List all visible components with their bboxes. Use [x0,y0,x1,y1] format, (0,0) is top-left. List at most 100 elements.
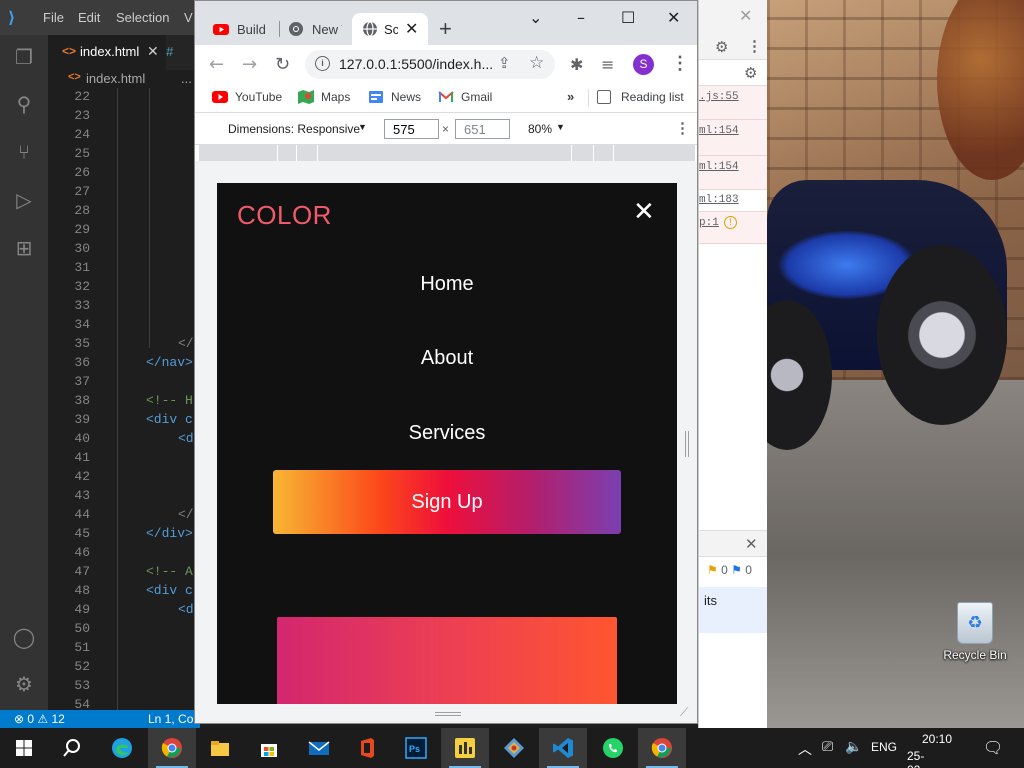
maximize-icon[interactable]: ☐ [621,8,635,27]
dimension-separator: × [442,122,450,136]
minimize-icon[interactable]: – [577,8,585,27]
recycle-bin-shortcut[interactable]: Recycle Bin [942,602,1008,662]
volume-icon[interactable]: 🔈 [845,739,862,755]
tab-new-tab[interactable]: New T [288,13,348,45]
search-button[interactable] [48,728,96,768]
devtools-close-icon[interactable]: ✕ [739,6,752,26]
media-control-icon[interactable]: ≡ [601,55,614,74]
taskbar-store[interactable] [245,728,293,768]
taskbar-chrome[interactable] [148,728,196,768]
extensions-puzzle-icon[interactable]: ✱ [570,55,583,74]
line-number: 51 [74,640,90,655]
run-debug-icon[interactable]: ▷ [12,188,36,212]
source-link[interactable]: ml:183 [699,194,739,206]
site-info-icon[interactable]: i [315,56,330,71]
network-icon[interactable]: ⎚ [822,739,833,755]
issue-counts[interactable]: ⚑ 0 ⚑ 0 [707,563,752,577]
menu-view[interactable]: V [184,10,193,25]
bookmark-star-icon[interactable]: ☆ [529,53,544,73]
console-settings-icon[interactable]: ⚙ [744,64,757,82]
taskbar-yellow-app[interactable] [441,728,489,768]
settings-gear-icon[interactable]: ⚙ [12,672,36,696]
height-input[interactable] [455,119,510,139]
signup-button[interactable]: Sign Up [273,470,621,534]
drawer-close-icon[interactable]: ✕ [745,535,758,553]
cursor-position[interactable]: Ln 1, Col [148,712,196,726]
dimensions-dropdown[interactable]: Dimensions: Responsive [228,122,360,136]
input-language[interactable]: ENG [871,740,897,754]
explorer-icon[interactable]: ❐ [12,45,36,69]
nav-link-services[interactable]: Services [217,422,677,445]
resize-corner-icon[interactable]: ⟋ [680,705,688,720]
extensions-icon[interactable]: ⊞ [12,236,36,260]
tab-close-icon[interactable]: ✕ [405,19,418,39]
source-link[interactable]: ml:154 [699,125,739,137]
device-more-options-icon[interactable]: ⋮ [675,119,690,137]
taskbar-edge[interactable] [98,728,146,768]
devtools-toolbar: ⚙ ⋮ [699,34,767,60]
tab-active-site[interactable]: Sc ✕ [352,13,428,45]
taskbar-vscode[interactable] [539,728,587,768]
resize-handle-bottom[interactable] [435,712,461,716]
line-number: 27 [74,184,90,199]
dropdown-caret-icon[interactable]: ▼ [556,122,565,132]
tray-overflow-chevron-icon[interactable]: ︿ [798,739,812,759]
breadcrumb-file[interactable]: index.html [86,71,145,86]
close-window-icon[interactable]: ✕ [667,8,680,27]
clock-time[interactable]: 20:10 [922,732,952,746]
tab-close-icon[interactable]: ✕ [147,43,159,60]
settings-gear-icon[interactable]: ⚙ [715,38,728,56]
breadcrumb-more[interactable]: ... [181,71,192,86]
url-text[interactable]: 127.0.0.1:5500/index.h... [339,56,493,72]
reload-icon[interactable]: ↻ [275,54,290,75]
chrome-menu-icon[interactable]: ⋮ [671,53,689,74]
more-options-icon[interactable]: ⋮ [747,37,762,55]
resize-handle-right[interactable] [685,431,689,457]
tab-index-html[interactable]: <> index.html ✕ [48,35,166,70]
taskbar-office[interactable] [343,728,391,768]
problems-count[interactable]: ⊗ 0 ⚠ 12 [14,712,65,726]
notification-center-icon[interactable]: 🗨 [983,738,1003,757]
start-button[interactable] [0,728,48,768]
zoom-dropdown[interactable]: 80% [528,122,552,136]
back-arrow-icon[interactable]: ← [209,54,224,75]
menu-close-icon[interactable]: ✕ [633,197,655,227]
dropdown-caret-icon[interactable]: ▼ [358,122,367,132]
nav-link-about[interactable]: About [217,347,677,370]
line-number: 26 [74,165,90,180]
menu-edit[interactable]: Edit [78,10,100,25]
menu-file[interactable]: File [43,10,64,25]
search-icon[interactable]: ⚲ [12,92,36,116]
width-input[interactable] [384,119,439,139]
taskbar-whatsapp[interactable] [589,728,637,768]
taskbar-chrome-2[interactable] [638,728,686,768]
address-bar[interactable]: i 127.0.0.1:5500/index.h... ⇪ ☆ [305,50,555,79]
menu-selection[interactable]: Selection [116,10,169,25]
new-tab-plus-icon[interactable]: + [439,16,452,42]
taskbar-git[interactable] [490,728,538,768]
profile-avatar[interactable]: S [633,54,654,75]
windows-logo-icon [16,740,32,756]
tab-youtube[interactable]: Build a [213,13,273,45]
recycle-bin-label: Recycle Bin [943,648,1007,662]
clock-date[interactable]: 25-02-2022 [907,749,934,768]
source-link[interactable]: ml:154 [699,161,739,173]
share-icon[interactable]: ⇪ [498,54,511,72]
site-logo[interactable]: COLOR [237,200,332,231]
taskbar-photoshop[interactable]: Ps [392,728,440,768]
tab-css-file[interactable]: # [166,44,173,59]
code-editor[interactable]: 22 23 24 25 26 27 28 29 30 31 32 33 34 35 36 37 38 39 40 41… [48,88,200,710]
tab-search-chevron-icon[interactable]: ⌄ [529,8,542,27]
source-control-icon[interactable]: ⑂ [12,140,36,164]
taskbar-file-explorer[interactable] [196,728,244,768]
forward-arrow-icon[interactable]: → [242,54,257,75]
media-query-ruler[interactable] [199,145,695,161]
bookmarks-overflow-icon[interactable]: » [567,89,574,104]
taskbar-mail[interactable] [295,728,343,768]
nav-link-home[interactable]: Home [217,273,677,296]
source-link[interactable]: .js:55 [699,91,739,103]
account-icon[interactable]: ◯ [12,625,36,649]
source-link[interactable]: p:1 [699,217,719,229]
folder-icon [211,741,229,756]
line-number: 52 [74,659,90,674]
